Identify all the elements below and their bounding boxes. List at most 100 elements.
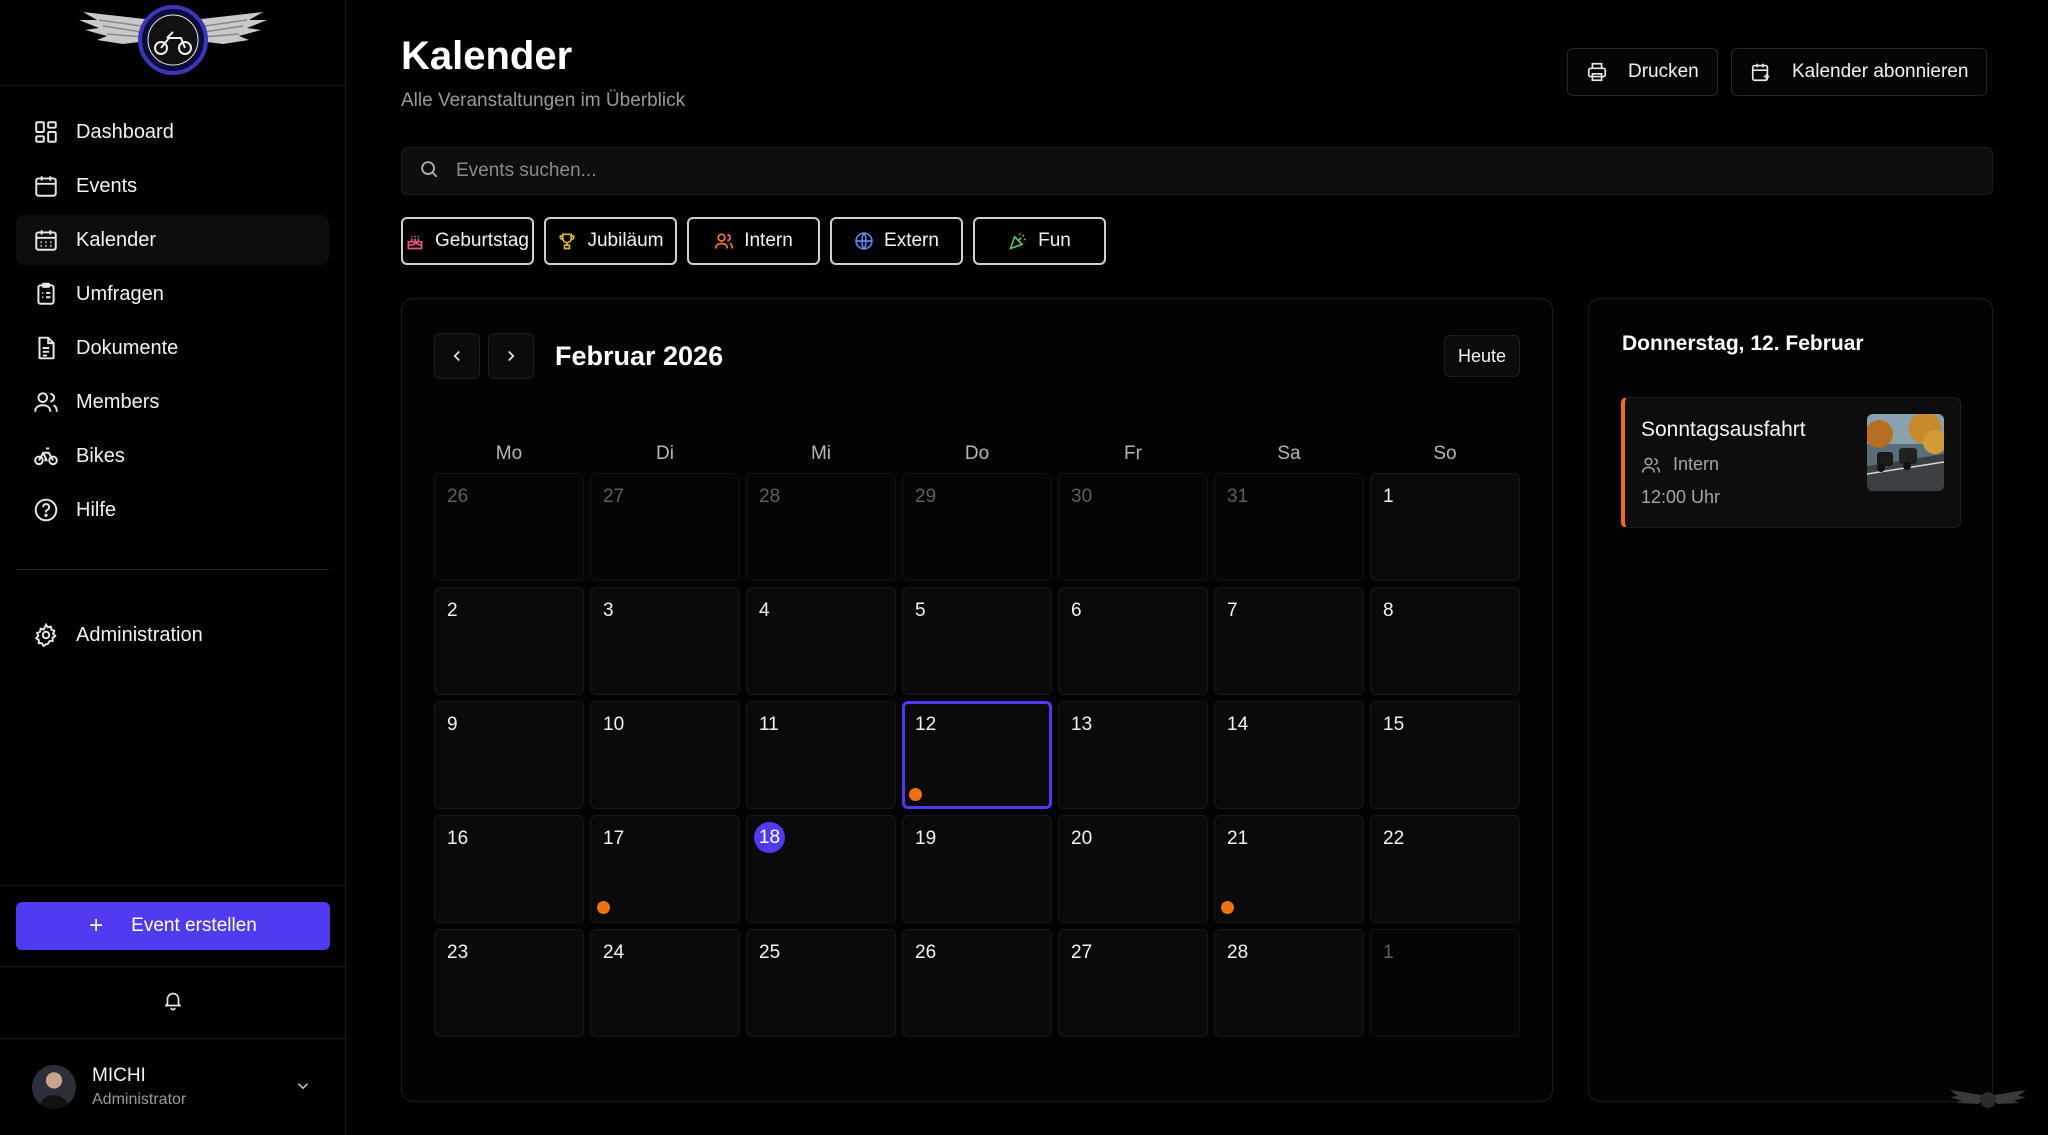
- day-cell[interactable]: 29: [902, 473, 1052, 581]
- subscribe-calendar-button[interactable]: Kalender abonnieren: [1731, 48, 1988, 96]
- calendar-grid-icon: [32, 226, 60, 254]
- day-cell[interactable]: 24: [590, 929, 740, 1037]
- club-logo[interactable]: [63, 0, 283, 80]
- day-number: 9: [447, 714, 458, 735]
- day-number: 5: [915, 600, 926, 621]
- day-number: 10: [603, 714, 625, 735]
- day-number: 30: [1071, 486, 1093, 507]
- day-cell[interactable]: 28: [746, 473, 896, 581]
- sidebar-item-dashboard[interactable]: Dashboard: [16, 107, 329, 157]
- user-menu[interactable]: MICHI Administrator: [0, 1038, 346, 1135]
- day-cell[interactable]: 28: [1214, 929, 1364, 1037]
- sidebar-item-label: Bikes: [76, 444, 125, 467]
- sidebar-item-events[interactable]: Events: [16, 161, 329, 211]
- day-cell[interactable]: 10: [590, 701, 740, 809]
- day-number: 3: [603, 600, 614, 621]
- sidebar-item-umfragen[interactable]: Umfragen: [16, 269, 329, 319]
- filter-extern[interactable]: Extern: [830, 217, 963, 265]
- sidebar-item-kalender[interactable]: Kalender: [16, 215, 329, 265]
- day-number: 1: [1383, 486, 1394, 507]
- next-month-button[interactable]: [488, 333, 534, 379]
- day-cell[interactable]: 15: [1370, 701, 1520, 809]
- day-cell[interactable]: 17: [590, 815, 740, 923]
- day-cell[interactable]: 16: [434, 815, 584, 923]
- day-cell[interactable]: 13: [1058, 701, 1208, 809]
- chevron-left-icon: [453, 350, 460, 362]
- sidebar-item-dokumente[interactable]: Dokumente: [16, 323, 329, 373]
- day-cell[interactable]: 26: [434, 473, 584, 581]
- sidebar-item-members[interactable]: Members: [16, 377, 329, 427]
- filter-intern[interactable]: Intern: [687, 217, 820, 265]
- selected-date-title: Donnerstag, 12. Februar: [1622, 332, 1864, 355]
- day-cell[interactable]: 19: [902, 815, 1052, 923]
- event-card[interactable]: Sonntagsausfahrt Intern 12:00 Uhr: [1621, 397, 1961, 528]
- users-icon: [32, 388, 60, 416]
- day-cell[interactable]: 20: [1058, 815, 1208, 923]
- filter-jubilaeum[interactable]: Jubiläum: [544, 217, 677, 265]
- day-cell[interactable]: 4: [746, 587, 896, 695]
- sidebar-item-label: Dokumente: [76, 336, 179, 359]
- event-category: Intern: [1641, 454, 1719, 475]
- filter-geburtstag[interactable]: Geburtstag: [401, 217, 534, 265]
- day-cell[interactable]: 5: [902, 587, 1052, 695]
- sidebar-item-label: Hilfe: [76, 498, 117, 521]
- day-cell[interactable]: 7: [1214, 587, 1364, 695]
- print-button[interactable]: Drucken: [1567, 48, 1718, 96]
- day-cell-today[interactable]: 18: [746, 815, 896, 923]
- chevron-right-icon: [508, 350, 515, 362]
- day-number: 12: [915, 714, 937, 735]
- sidebar-item-hilfe[interactable]: Hilfe: [16, 485, 329, 535]
- day-cell[interactable]: 27: [590, 473, 740, 581]
- day-number: 21: [1227, 828, 1249, 849]
- filter-label: Intern: [744, 230, 793, 251]
- sidebar-item-bikes[interactable]: Bikes: [16, 431, 329, 481]
- sidebar-item-administration[interactable]: Administration: [16, 610, 329, 660]
- day-cell[interactable]: 22: [1370, 815, 1520, 923]
- create-event-label: Event erstellen: [131, 915, 257, 936]
- create-event-wrap: + Event erstellen: [0, 885, 346, 966]
- calendar-plus-icon: [1750, 61, 1772, 83]
- user-role: Administrator: [92, 1091, 187, 1108]
- day-number: 18: [754, 822, 785, 853]
- day-cell[interactable]: 21: [1214, 815, 1364, 923]
- day-number: 22: [1383, 828, 1405, 849]
- page-subtitle: Alle Veranstaltungen im Überblick: [401, 90, 686, 111]
- trophy-icon: [557, 231, 577, 251]
- plus-icon: +: [89, 912, 104, 939]
- day-cell[interactable]: 26: [902, 929, 1052, 1037]
- calendar-icon: [32, 172, 60, 200]
- day-cell[interactable]: 11: [746, 701, 896, 809]
- weekday-label: Do: [964, 443, 990, 464]
- day-cell[interactable]: 23: [434, 929, 584, 1037]
- search-input[interactable]: [456, 160, 1956, 182]
- bell-icon[interactable]: [162, 989, 184, 1016]
- sidebar-item-label: Umfragen: [76, 282, 164, 305]
- day-number: 19: [915, 828, 937, 849]
- event-dot: [1221, 901, 1234, 914]
- weekday-header: Mo Di Mi Do Fr Sa So: [434, 443, 1522, 465]
- sidebar-item-label: Events: [76, 174, 138, 197]
- day-cell[interactable]: 31: [1214, 473, 1364, 581]
- day-cell[interactable]: 2: [434, 587, 584, 695]
- day-cell[interactable]: 6: [1058, 587, 1208, 695]
- calendar-grid: 26 27 28 29 30 31 1 2 3 4 5 6 7 8 9 10 11 12 13 14 15 16 17 18 1…: [434, 473, 1522, 1037]
- day-cell[interactable]: 3: [590, 587, 740, 695]
- day-cell[interactable]: 8: [1370, 587, 1520, 695]
- create-event-button[interactable]: + Event erstellen: [16, 902, 330, 950]
- document-icon: [32, 334, 60, 362]
- today-button[interactable]: Heute: [1443, 335, 1520, 377]
- day-cell[interactable]: 1: [1370, 929, 1520, 1037]
- day-number: 31: [1227, 486, 1249, 507]
- sidebar-nav: Dashboard Events Kalender Umfragen Dokum…: [0, 86, 345, 660]
- day-number: 15: [1383, 714, 1405, 735]
- day-cell[interactable]: 30: [1058, 473, 1208, 581]
- day-cell[interactable]: 14: [1214, 701, 1364, 809]
- day-cell-selected[interactable]: 12: [902, 701, 1052, 809]
- prev-month-button[interactable]: [434, 333, 480, 379]
- filter-fun[interactable]: Fun: [973, 217, 1106, 265]
- filter-label: Geburtstag: [435, 230, 529, 251]
- day-cell[interactable]: 27: [1058, 929, 1208, 1037]
- day-cell[interactable]: 25: [746, 929, 896, 1037]
- day-cell[interactable]: 9: [434, 701, 584, 809]
- day-cell[interactable]: 1: [1370, 473, 1520, 581]
